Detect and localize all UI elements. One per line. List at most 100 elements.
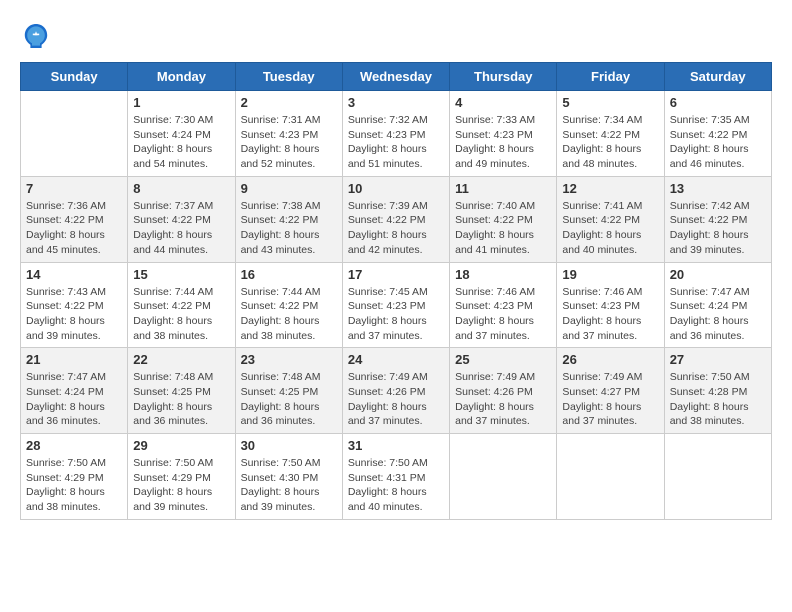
day-info: Sunrise: 7:46 AMSunset: 4:23 PMDaylight:… — [455, 285, 551, 344]
day-number: 7 — [26, 181, 122, 196]
day-info: Sunrise: 7:50 AMSunset: 4:29 PMDaylight:… — [133, 456, 229, 515]
day-info: Sunrise: 7:30 AMSunset: 4:24 PMDaylight:… — [133, 113, 229, 172]
day-info: Sunrise: 7:42 AMSunset: 4:22 PMDaylight:… — [670, 199, 766, 258]
calendar-cell: 4 Sunrise: 7:33 AMSunset: 4:23 PMDaylight… — [450, 91, 557, 177]
day-number: 17 — [348, 267, 444, 282]
calendar-cell: 19 Sunrise: 7:46 AMSunset: 4:23 PMDayligh… — [557, 262, 664, 348]
calendar-cell: 8 Sunrise: 7:37 AMSunset: 4:22 PMDaylight… — [128, 176, 235, 262]
day-number: 28 — [26, 438, 122, 453]
day-number: 12 — [562, 181, 658, 196]
day-number: 3 — [348, 95, 444, 110]
day-number: 2 — [241, 95, 337, 110]
day-info: Sunrise: 7:32 AMSunset: 4:23 PMDaylight:… — [348, 113, 444, 172]
day-number: 19 — [562, 267, 658, 282]
calendar-cell: 24 Sunrise: 7:49 AMSunset: 4:26 PMDayligh… — [342, 348, 449, 434]
calendar-week-row: 7 Sunrise: 7:36 AMSunset: 4:22 PMDaylight… — [21, 176, 772, 262]
day-number: 24 — [348, 352, 444, 367]
calendar-cell: 2 Sunrise: 7:31 AMSunset: 4:23 PMDaylight… — [235, 91, 342, 177]
day-number: 25 — [455, 352, 551, 367]
day-number: 5 — [562, 95, 658, 110]
calendar-cell: 20 Sunrise: 7:47 AMSunset: 4:24 PMDayligh… — [664, 262, 771, 348]
day-info: Sunrise: 7:45 AMSunset: 4:23 PMDaylight:… — [348, 285, 444, 344]
calendar-cell: 3 Sunrise: 7:32 AMSunset: 4:23 PMDaylight… — [342, 91, 449, 177]
day-number: 10 — [348, 181, 444, 196]
weekday-header-tuesday: Tuesday — [235, 63, 342, 91]
calendar-cell: 11 Sunrise: 7:40 AMSunset: 4:22 PMDayligh… — [450, 176, 557, 262]
calendar-cell: 30 Sunrise: 7:50 AMSunset: 4:30 PMDayligh… — [235, 434, 342, 520]
day-number: 8 — [133, 181, 229, 196]
weekday-header-friday: Friday — [557, 63, 664, 91]
day-number: 11 — [455, 181, 551, 196]
calendar-cell: 27 Sunrise: 7:50 AMSunset: 4:28 PMDayligh… — [664, 348, 771, 434]
weekday-header-monday: Monday — [128, 63, 235, 91]
calendar-week-row: 14Sunrise: 7:43 AMSunset: 4:22 PMDayligh… — [21, 262, 772, 348]
day-number: 22 — [133, 352, 229, 367]
day-info: Sunrise: 7:50 AMSunset: 4:29 PMDaylight:… — [26, 456, 122, 515]
calendar-cell: 16 Sunrise: 7:44 AMSunset: 4:22 PMDayligh… — [235, 262, 342, 348]
weekday-header-thursday: Thursday — [450, 63, 557, 91]
logo-icon — [20, 20, 52, 52]
day-number: 31 — [348, 438, 444, 453]
calendar-week-row: 1 Sunrise: 7:30 AMSunset: 4:24 PMDaylight… — [21, 91, 772, 177]
day-info: Sunrise: 7:50 AMSunset: 4:28 PMDaylight:… — [670, 370, 766, 429]
calendar-cell: 9 Sunrise: 7:38 AMSunset: 4:22 PMDaylight… — [235, 176, 342, 262]
day-number: 16 — [241, 267, 337, 282]
day-info: Sunrise: 7:43 AMSunset: 4:22 PMDaylight:… — [26, 285, 122, 344]
day-number: 27 — [670, 352, 766, 367]
day-number: 1 — [133, 95, 229, 110]
weekday-header-row: SundayMondayTuesdayWednesdayThursdayFrid… — [21, 63, 772, 91]
calendar-cell: 6 Sunrise: 7:35 AMSunset: 4:22 PMDaylight… — [664, 91, 771, 177]
day-number: 29 — [133, 438, 229, 453]
day-number: 4 — [455, 95, 551, 110]
calendar-cell: 25 Sunrise: 7:49 AMSunset: 4:26 PMDayligh… — [450, 348, 557, 434]
day-info: Sunrise: 7:47 AMSunset: 4:24 PMDaylight:… — [670, 285, 766, 344]
day-number: 18 — [455, 267, 551, 282]
day-number: 26 — [562, 352, 658, 367]
calendar-cell: 18 Sunrise: 7:46 AMSunset: 4:23 PMDayligh… — [450, 262, 557, 348]
logo — [20, 20, 56, 52]
day-number: 20 — [670, 267, 766, 282]
day-number: 30 — [241, 438, 337, 453]
day-info: Sunrise: 7:33 AMSunset: 4:23 PMDaylight:… — [455, 113, 551, 172]
day-info: Sunrise: 7:39 AMSunset: 4:22 PMDaylight:… — [348, 199, 444, 258]
day-info: Sunrise: 7:40 AMSunset: 4:22 PMDaylight:… — [455, 199, 551, 258]
weekday-header-saturday: Saturday — [664, 63, 771, 91]
calendar-week-row: 28 Sunrise: 7:50 AMSunset: 4:29 PMDayligh… — [21, 434, 772, 520]
calendar-cell: 13Sunrise: 7:42 AMSunset: 4:22 PMDayligh… — [664, 176, 771, 262]
day-info: Sunrise: 7:44 AMSunset: 4:22 PMDaylight:… — [133, 285, 229, 344]
day-info: Sunrise: 7:34 AMSunset: 4:22 PMDaylight:… — [562, 113, 658, 172]
day-info: Sunrise: 7:48 AMSunset: 4:25 PMDaylight:… — [241, 370, 337, 429]
calendar-cell: 22 Sunrise: 7:48 AMSunset: 4:25 PMDayligh… — [128, 348, 235, 434]
day-info: Sunrise: 7:31 AMSunset: 4:23 PMDaylight:… — [241, 113, 337, 172]
page-header — [20, 20, 772, 52]
day-info: Sunrise: 7:50 AMSunset: 4:31 PMDaylight:… — [348, 456, 444, 515]
day-info: Sunrise: 7:36 AMSunset: 4:22 PMDaylight:… — [26, 199, 122, 258]
calendar-cell — [450, 434, 557, 520]
calendar-cell: 14Sunrise: 7:43 AMSunset: 4:22 PMDayligh… — [21, 262, 128, 348]
day-number: 6 — [670, 95, 766, 110]
day-info: Sunrise: 7:35 AMSunset: 4:22 PMDaylight:… — [670, 113, 766, 172]
day-number: 21 — [26, 352, 122, 367]
calendar-cell: 12 Sunrise: 7:41 AMSunset: 4:22 PMDayligh… — [557, 176, 664, 262]
day-number: 9 — [241, 181, 337, 196]
calendar-cell: 31 Sunrise: 7:50 AMSunset: 4:31 PMDayligh… — [342, 434, 449, 520]
calendar-cell: 26 Sunrise: 7:49 AMSunset: 4:27 PMDayligh… — [557, 348, 664, 434]
calendar-cell: 29 Sunrise: 7:50 AMSunset: 4:29 PMDayligh… — [128, 434, 235, 520]
day-info: Sunrise: 7:41 AMSunset: 4:22 PMDaylight:… — [562, 199, 658, 258]
day-info: Sunrise: 7:48 AMSunset: 4:25 PMDaylight:… — [133, 370, 229, 429]
weekday-header-sunday: Sunday — [21, 63, 128, 91]
day-info: Sunrise: 7:38 AMSunset: 4:22 PMDaylight:… — [241, 199, 337, 258]
calendar-cell: 21Sunrise: 7:47 AMSunset: 4:24 PMDayligh… — [21, 348, 128, 434]
day-info: Sunrise: 7:50 AMSunset: 4:30 PMDaylight:… — [241, 456, 337, 515]
day-info: Sunrise: 7:44 AMSunset: 4:22 PMDaylight:… — [241, 285, 337, 344]
calendar-cell — [557, 434, 664, 520]
calendar-cell: 17 Sunrise: 7:45 AMSunset: 4:23 PMDayligh… — [342, 262, 449, 348]
day-info: Sunrise: 7:49 AMSunset: 4:26 PMDaylight:… — [348, 370, 444, 429]
day-info: Sunrise: 7:49 AMSunset: 4:26 PMDaylight:… — [455, 370, 551, 429]
day-info: Sunrise: 7:49 AMSunset: 4:27 PMDaylight:… — [562, 370, 658, 429]
calendar-cell: 10 Sunrise: 7:39 AMSunset: 4:22 PMDayligh… — [342, 176, 449, 262]
day-info: Sunrise: 7:46 AMSunset: 4:23 PMDaylight:… — [562, 285, 658, 344]
day-number: 23 — [241, 352, 337, 367]
calendar-cell — [21, 91, 128, 177]
day-info: Sunrise: 7:37 AMSunset: 4:22 PMDaylight:… — [133, 199, 229, 258]
